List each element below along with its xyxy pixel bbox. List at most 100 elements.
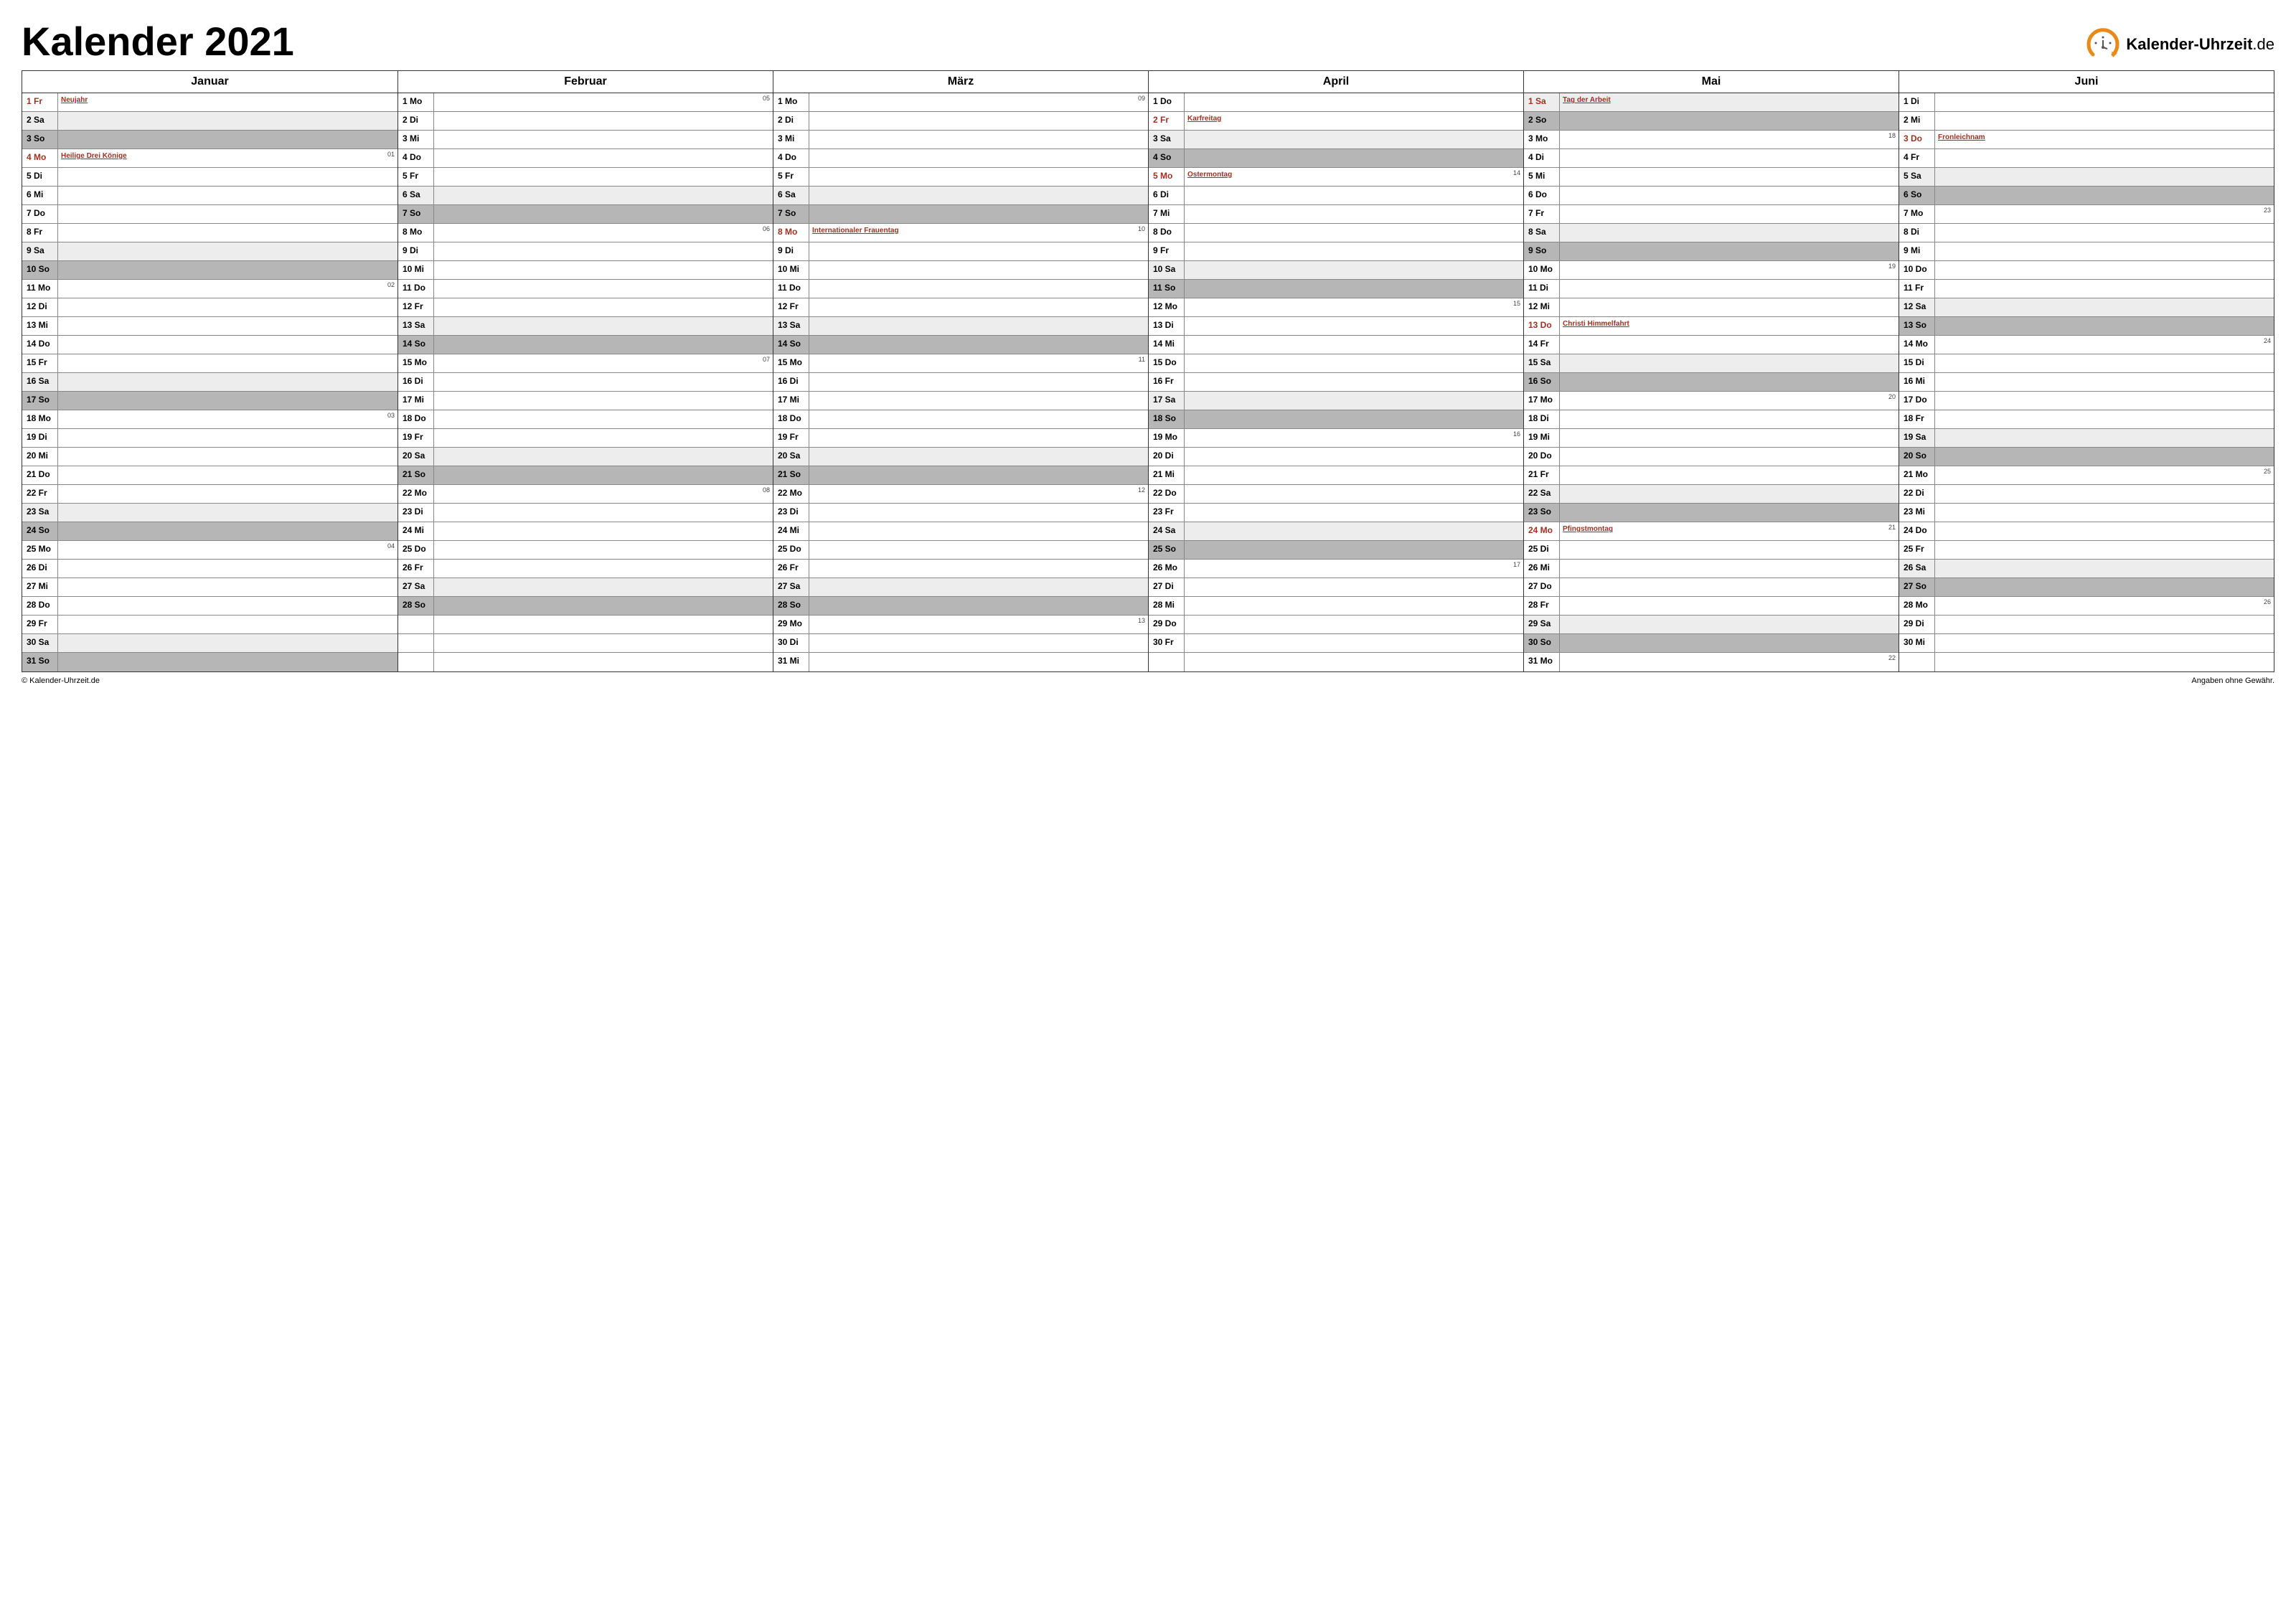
day-body	[1185, 448, 1523, 466]
day-number: 10 Sa	[1149, 261, 1185, 279]
day-number: 18 So	[1149, 410, 1185, 428]
day-body	[809, 149, 1148, 167]
day-cell: 27 Do	[1524, 578, 1899, 597]
day-body	[1935, 616, 2274, 633]
day-body	[809, 168, 1148, 186]
day-cell: 2 So	[1524, 112, 1899, 131]
month-column: Februar1 Mo052 Di3 Mi4 Do5 Fr6 Sa7 So8 M…	[397, 71, 773, 671]
day-cell: 7 Fr	[1524, 205, 1899, 224]
day-body	[809, 541, 1148, 559]
day-body	[434, 149, 773, 167]
day-body	[809, 131, 1148, 148]
day-body	[58, 429, 397, 447]
brand-name: Kalender-Uhrzeit	[2126, 35, 2252, 53]
day-number: 6 So	[1899, 187, 1935, 204]
week-number: 22	[1888, 654, 1896, 661]
day-number: 19 Sa	[1899, 429, 1935, 447]
day-cell: 5 Mi	[1524, 168, 1899, 187]
day-number: 11 Di	[1524, 280, 1560, 298]
day-body	[1935, 485, 2274, 503]
day-body	[1560, 149, 1899, 167]
day-body	[434, 336, 773, 354]
day-number: 30 Mi	[1899, 634, 1935, 652]
day-cell: 7 Do	[22, 205, 397, 224]
day-number: 9 Fr	[1149, 242, 1185, 260]
week-number: 06	[763, 225, 770, 232]
day-body: 24	[1935, 336, 2274, 354]
day-body	[1185, 317, 1523, 335]
day-number: 21 Mo	[1899, 466, 1935, 484]
day-cell: 18 Do	[773, 410, 1148, 429]
day-number: 17 Do	[1899, 392, 1935, 410]
day-body: Internationaler Frauentag10	[809, 224, 1148, 242]
holiday-label: Christi Himmelfahrt	[1563, 320, 1629, 328]
day-cell: 2 FrKarfreitag	[1149, 112, 1523, 131]
day-cell: 25 Di	[1524, 541, 1899, 560]
day-cell: 30 Sa	[22, 634, 397, 653]
day-cell: 23 Mi	[1899, 504, 2274, 522]
day-number: 23 Di	[773, 504, 809, 522]
day-body: 17	[1185, 560, 1523, 578]
day-number: 2 Mi	[1899, 112, 1935, 130]
day-cell: 14 Mo24	[1899, 336, 2274, 354]
day-body: Tag der Arbeit	[1560, 93, 1899, 111]
day-body	[1935, 112, 2274, 130]
day-body	[809, 504, 1148, 522]
day-number: 20 Sa	[773, 448, 809, 466]
day-cell: 27 Sa	[773, 578, 1148, 597]
day-body	[434, 560, 773, 578]
day-number: 3 So	[22, 131, 58, 148]
day-body	[434, 410, 773, 428]
day-cell: 5 Fr	[398, 168, 773, 187]
day-cell: 15 Do	[1149, 354, 1523, 373]
day-number: 1 Do	[1149, 93, 1185, 111]
day-body: 02	[58, 280, 397, 298]
day-body	[1185, 597, 1523, 615]
day-body: 11	[809, 354, 1148, 372]
day-body: Fronleichnam	[1935, 131, 2274, 148]
day-body	[1185, 466, 1523, 484]
day-number: 16 Di	[773, 373, 809, 391]
day-body	[58, 336, 397, 354]
day-number: 26 Mo	[1149, 560, 1185, 578]
day-number: 24 Mi	[773, 522, 809, 540]
day-number: 18 Fr	[1899, 410, 1935, 428]
day-cell: 24 Do	[1899, 522, 2274, 541]
day-number: 22 Mo	[398, 485, 434, 503]
day-cell: 19 Mo16	[1149, 429, 1523, 448]
day-number: 14 Fr	[1524, 336, 1560, 354]
day-cell: 23 So	[1524, 504, 1899, 522]
day-body	[809, 634, 1148, 652]
day-number: 4 Di	[1524, 149, 1560, 167]
day-cell: 16 Di	[398, 373, 773, 392]
day-body	[1185, 392, 1523, 410]
day-number: 21 Do	[22, 466, 58, 484]
day-number: 4 Fr	[1899, 149, 1935, 167]
day-number: 14 Mi	[1149, 336, 1185, 354]
day-cell: 27 So	[1899, 578, 2274, 597]
day-body	[58, 504, 397, 522]
day-body	[58, 224, 397, 242]
day-number: 27 So	[1899, 578, 1935, 596]
day-number: 6 Sa	[398, 187, 434, 204]
day-body: Christi Himmelfahrt	[1560, 317, 1899, 335]
day-body	[58, 634, 397, 652]
day-body	[1560, 205, 1899, 223]
day-body	[1560, 634, 1899, 652]
day-body	[58, 448, 397, 466]
day-number: 21 Mi	[1149, 466, 1185, 484]
day-number: 13 Sa	[773, 317, 809, 335]
day-cell: 15 Di	[1899, 354, 2274, 373]
day-body	[434, 466, 773, 484]
week-number: 02	[387, 281, 395, 288]
day-body	[58, 392, 397, 410]
day-cell: 17 Mi	[773, 392, 1148, 410]
day-body	[1185, 242, 1523, 260]
day-cell: 6 Di	[1149, 187, 1523, 205]
day-number: 25 Do	[398, 541, 434, 559]
day-number: 12 Fr	[773, 298, 809, 316]
day-number: 22 Sa	[1524, 485, 1560, 503]
day-body	[1560, 466, 1899, 484]
day-cell: 29 Fr	[22, 616, 397, 634]
day-number: 31 Mi	[773, 653, 809, 671]
